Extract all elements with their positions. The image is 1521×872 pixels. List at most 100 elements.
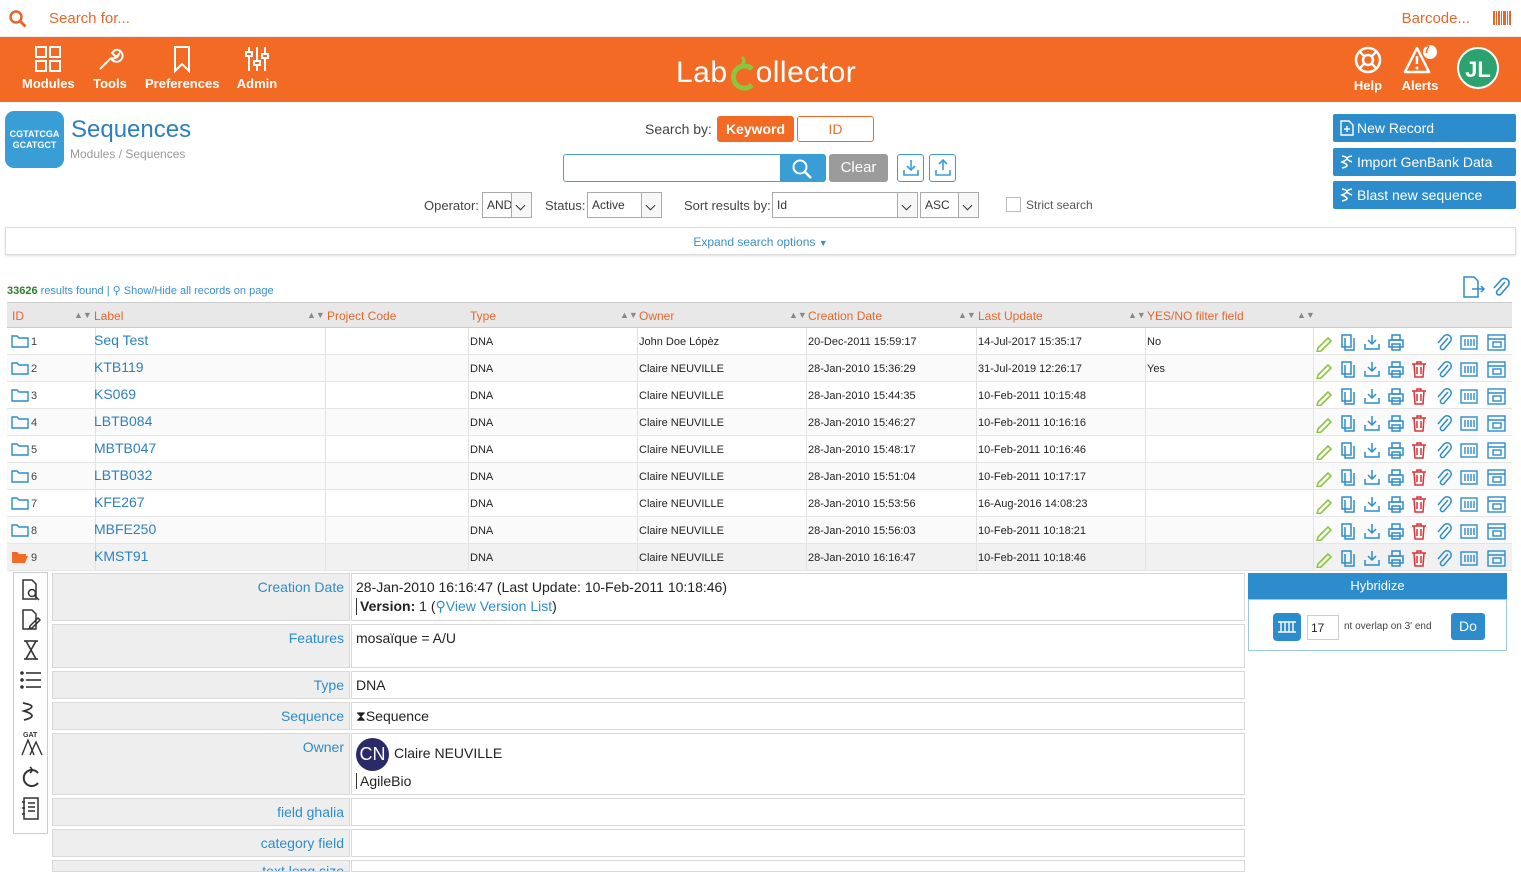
row-label[interactable]: KTB119	[94, 359, 144, 375]
attachment-icon[interactable]	[1435, 522, 1454, 541]
row-id[interactable]: 9	[11, 551, 37, 564]
clear-button[interactable]: Clear	[829, 154, 888, 182]
folder-icon[interactable]	[11, 335, 31, 348]
barcode-icon[interactable]	[1460, 495, 1479, 514]
download-button[interactable]	[897, 154, 924, 182]
folder-open-icon[interactable]	[11, 551, 31, 564]
sort-icon[interactable]: ▲▼	[74, 310, 92, 320]
edit-pencil-icon[interactable]	[1315, 522, 1334, 541]
hybridize-do-button[interactable]: Do	[1451, 613, 1485, 640]
attachment-icon[interactable]	[1435, 414, 1454, 433]
print-icon[interactable]	[1387, 441, 1406, 460]
attachment-icon[interactable]	[1435, 441, 1454, 460]
row-label[interactable]: MBFE250	[94, 521, 156, 537]
labcollector-logo[interactable]: Lab ollector	[676, 55, 856, 91]
edit-pencil-icon[interactable]	[1315, 333, 1334, 352]
duplicate-icon[interactable]	[1339, 360, 1358, 379]
edit-pencil-icon[interactable]	[1315, 441, 1334, 460]
nav-preferences[interactable]: Preferences	[145, 45, 219, 91]
sequence-value[interactable]: ⧗Sequence	[351, 702, 1245, 730]
row-id[interactable]: 6	[11, 470, 37, 483]
barcode-icon[interactable]	[1460, 468, 1479, 487]
row-id[interactable]: 8	[11, 524, 37, 537]
barcode-icon[interactable]	[1460, 414, 1479, 433]
col-type[interactable]: Type	[470, 309, 496, 323]
row-id[interactable]: 2	[11, 362, 37, 375]
attachment-icon[interactable]	[1435, 387, 1454, 406]
edit-record-icon[interactable]	[20, 609, 42, 631]
col-project-code[interactable]: Project Code	[327, 309, 396, 323]
download-icon[interactable]	[1363, 495, 1382, 514]
sort-icon[interactable]: ▲▼	[620, 310, 638, 320]
view-record-icon[interactable]	[20, 579, 42, 601]
edit-pencil-icon[interactable]	[1315, 387, 1334, 406]
sort-select[interactable]: Id	[772, 192, 918, 218]
row-id[interactable]: 4	[11, 416, 37, 429]
delete-icon[interactable]	[1410, 495, 1429, 514]
label-print-icon[interactable]	[1487, 522, 1506, 541]
export-icon[interactable]	[1462, 276, 1486, 298]
table-row[interactable]: 8 MBFE250 DNA Claire NEUVILLE 28-Jan-201…	[7, 517, 1512, 544]
download-icon[interactable]	[1363, 468, 1382, 487]
download-icon[interactable]	[1363, 360, 1382, 379]
print-icon[interactable]	[1387, 522, 1406, 541]
list-icon[interactable]	[20, 670, 42, 690]
print-icon[interactable]	[1387, 333, 1406, 352]
label-print-icon[interactable]	[1487, 414, 1506, 433]
duplicate-icon[interactable]	[1339, 549, 1358, 568]
notebook-icon[interactable]	[20, 797, 42, 821]
table-row[interactable]: 5 MBTB047 DNA Claire NEUVILLE 28-Jan-201…	[7, 436, 1512, 463]
order-select[interactable]: ASC	[920, 192, 979, 218]
attachment-icon[interactable]	[1435, 468, 1454, 487]
label-print-icon[interactable]	[1487, 333, 1506, 352]
table-row[interactable]: 1 Seq Test DNA John Doe Lópèz 20-Dec-201…	[7, 328, 1512, 355]
folder-icon[interactable]	[11, 389, 31, 402]
table-row[interactable]: 3 KS069 DNA Claire NEUVILLE 28-Jan-2010 …	[7, 382, 1512, 409]
record-search-input[interactable]	[563, 154, 781, 182]
show-hide-records-link[interactable]: Show/Hide all records on page	[124, 285, 274, 297]
label-print-icon[interactable]	[1487, 360, 1506, 379]
duplicate-icon[interactable]	[1339, 495, 1358, 514]
col-id[interactable]: ID	[12, 309, 24, 323]
label-print-icon[interactable]	[1487, 468, 1506, 487]
dna-icon[interactable]	[20, 700, 42, 722]
sort-icon[interactable]: ▲▼	[307, 310, 325, 320]
attachment-icon[interactable]	[1491, 276, 1511, 298]
col-label[interactable]: Label	[94, 309, 123, 323]
delete-icon[interactable]	[1410, 360, 1429, 379]
edit-pencil-icon[interactable]	[1315, 549, 1334, 568]
nav-help[interactable]: Help	[1351, 45, 1385, 93]
view-version-list-link[interactable]: View Version List	[446, 598, 552, 614]
edit-pencil-icon[interactable]	[1315, 495, 1334, 514]
nav-modules[interactable]: Modules	[22, 45, 75, 91]
col-owner[interactable]: Owner	[639, 309, 674, 323]
label-print-icon[interactable]	[1487, 549, 1506, 568]
sort-icon[interactable]: ▲▼	[1128, 310, 1146, 320]
duplicate-icon[interactable]	[1339, 387, 1358, 406]
download-icon[interactable]	[1363, 414, 1382, 433]
row-id[interactable]: 7	[11, 497, 37, 510]
delete-icon[interactable]	[1410, 441, 1429, 460]
operator-select[interactable]: AND	[482, 192, 532, 218]
row-id[interactable]: 1	[11, 335, 37, 348]
row-label[interactable]: KMST91	[94, 548, 148, 564]
strict-search[interactable]: Strict search	[1006, 197, 1093, 212]
hourglass-icon[interactable]	[20, 639, 42, 661]
row-label[interactable]: MBTB047	[94, 440, 156, 456]
table-row[interactable]: 9 KMST91 DNA Claire NEUVILLE 28-Jan-2010…	[7, 544, 1512, 571]
barcode-icon[interactable]	[1460, 441, 1479, 460]
breadcrumb[interactable]: Modules / Sequences	[70, 147, 185, 161]
col-yes-no-filter[interactable]: YES/NO filter field	[1147, 309, 1244, 323]
search-icon[interactable]	[9, 10, 27, 28]
sort-icon[interactable]: ▲▼	[958, 310, 976, 320]
folder-icon[interactable]	[11, 497, 31, 510]
barcode-icon[interactable]	[1460, 549, 1479, 568]
table-row[interactable]: 2 KTB119 DNA Claire NEUVILLE 28-Jan-2010…	[7, 355, 1512, 382]
barcode-icon[interactable]	[1493, 11, 1511, 25]
upload-button[interactable]	[929, 154, 956, 182]
print-icon[interactable]	[1387, 468, 1406, 487]
print-icon[interactable]	[1387, 549, 1406, 568]
sort-icon[interactable]: ▲▼	[1297, 310, 1315, 320]
label-print-icon[interactable]	[1487, 441, 1506, 460]
row-label[interactable]: LBTB084	[94, 413, 152, 429]
